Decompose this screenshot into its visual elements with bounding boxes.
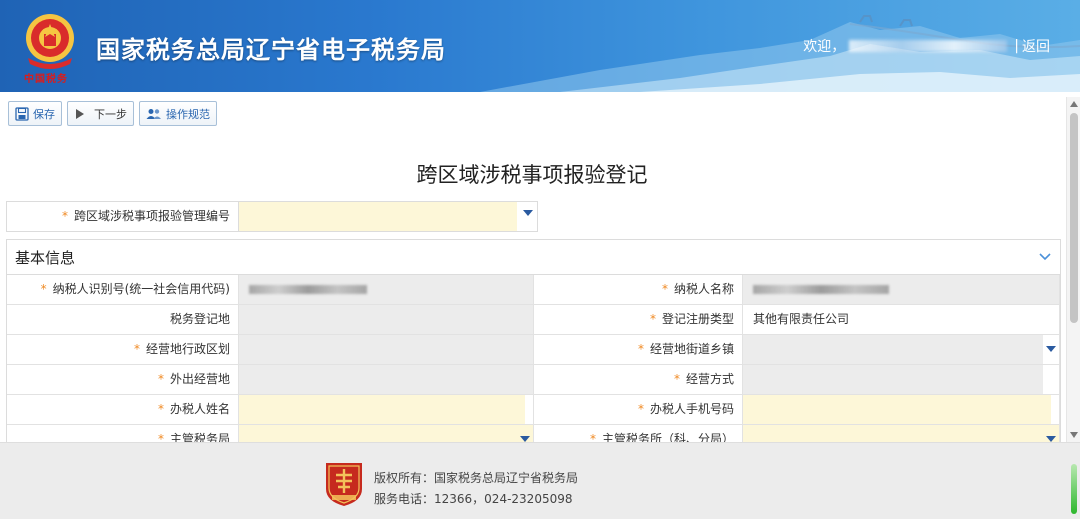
competent-tax-office-select[interactable] <box>742 425 1060 442</box>
business-division-value <box>238 335 534 364</box>
mgmt-number-label: * 跨区域涉税事项报验管理编号 <box>7 202 239 231</box>
registration-type-label: * 登记注册类型 <box>534 305 742 334</box>
basic-info-section: 基本信息 * 纳税人识别号(统一社会信用代码) * 纳税人名称 税务登记地 * 登记注… <box>6 239 1061 442</box>
copyright-text: 版权所有：国家税务总局辽宁省税务局 <box>374 471 579 485</box>
taxpayer-name-value <box>742 275 1060 304</box>
emblem-caption: 中国税务 <box>24 74 68 85</box>
taxpayer-id-redacted <box>249 285 367 294</box>
tax-handler-name-label: * 办税人姓名 <box>7 395 238 424</box>
save-button-label: 保存 <box>33 107 55 121</box>
form-row: * 外出经营地 * 经营方式 <box>7 365 1060 395</box>
back-link[interactable]: 返回 <box>1022 36 1050 56</box>
taxpayer-id-label: * 纳税人识别号(统一社会信用代码) <box>7 275 238 304</box>
form-row: * 纳税人识别号(统一社会信用代码) * 纳税人名称 <box>7 275 1060 305</box>
service-hotline-text: 服务电话：12366，024-23205098 <box>374 492 573 506</box>
side-widget-handle[interactable] <box>1071 464 1077 514</box>
site-header: 中国税务 国家税务总局辽宁省电子税务局 欢迎， | 返回 <box>0 0 1080 92</box>
tax-handler-phone-input[interactable] <box>742 395 1060 424</box>
form-row: 税务登记地 * 登记注册类型 其他有限责任公司 <box>7 305 1060 335</box>
next-step-label: 下一步 <box>94 107 127 121</box>
site-title: 国家税务总局辽宁省电子税务局 <box>96 36 446 64</box>
welcome-text: 欢迎， <box>803 39 846 55</box>
tax-handler-phone-label: * 办税人手机号码 <box>534 395 742 424</box>
competent-tax-bureau-label: * 主管税务局 <box>7 425 238 442</box>
scroll-down-arrow-icon[interactable] <box>1070 432 1078 438</box>
competent-tax-bureau-select[interactable] <box>238 425 534 442</box>
registration-type-value: 其他有限责任公司 <box>742 305 1060 334</box>
users-icon <box>146 108 161 119</box>
main-content: 跨区域涉税事项报验登记 * 跨区域涉税事项报验管理编号 基本信息 * 纳税人识别号(… <box>0 97 1064 442</box>
business-street-select[interactable] <box>742 335 1060 364</box>
form-row: * 办税人姓名 * 办税人手机号码 <box>7 395 1060 425</box>
operation-guide-label: 操作规范 <box>166 107 210 121</box>
operation-guide-button[interactable]: 操作规范 <box>139 101 217 126</box>
mgmt-number-select[interactable] <box>239 202 537 231</box>
form-row: * 经营地行政区划 * 经营地街道乡镇 <box>7 335 1060 365</box>
vertical-scrollbar[interactable] <box>1066 97 1080 442</box>
taxpayer-id-value <box>238 275 534 304</box>
section-header[interactable]: 基本信息 <box>7 240 1060 275</box>
business-street-label: * 经营地街道乡镇 <box>534 335 742 364</box>
tax-emblem-icon <box>26 14 74 69</box>
form-row: * 主管税务局 * 主管税务所（科、分局） <box>7 425 1060 442</box>
business-mode-label: * 经营方式 <box>534 365 742 394</box>
dropdown-arrow-icon[interactable] <box>523 210 533 217</box>
save-icon <box>15 106 29 121</box>
taxpayer-name-label: * 纳税人名称 <box>534 275 742 304</box>
outbound-place-label: * 外出经营地 <box>7 365 238 394</box>
page-title: 跨区域涉税事项报验登记 <box>416 163 648 187</box>
scroll-up-arrow-icon[interactable] <box>1070 101 1078 107</box>
toolbar: 保存 下一步 操作规范 <box>8 101 217 127</box>
next-step-button[interactable]: 下一步 <box>67 101 134 126</box>
tax-registration-place-label: 税务登记地 <box>7 305 238 334</box>
tax-registration-place-value <box>238 305 534 334</box>
scrollbar-thumb[interactable] <box>1070 113 1078 323</box>
user-name-redacted <box>849 40 1008 52</box>
footer-text: 版权所有：国家税务总局辽宁省税务局 服务电话：12366，024-2320509… <box>374 468 578 510</box>
header-separator: | <box>1014 38 1019 54</box>
mgmt-number-row: * 跨区域涉税事项报验管理编号 <box>6 201 538 232</box>
business-mode-select[interactable] <box>742 365 1060 394</box>
site-footer: 版权所有：国家税务总局辽宁省税务局 服务电话：12366，024-2320509… <box>0 442 1080 519</box>
tax-shield-logo-icon <box>326 463 362 506</box>
tax-handler-name-input[interactable] <box>238 395 534 424</box>
outbound-place-value <box>238 365 534 394</box>
business-division-label: * 经营地行政区划 <box>7 335 238 364</box>
save-button[interactable]: 保存 <box>8 101 62 126</box>
dropdown-arrow-icon[interactable] <box>1046 346 1056 353</box>
play-icon <box>76 108 84 119</box>
taxpayer-name-redacted <box>753 285 889 294</box>
competent-tax-office-label: * 主管税务所（科、分局） <box>534 425 742 442</box>
user-area: 欢迎， | 返回 <box>803 36 1050 56</box>
required-asterisk: * <box>61 209 68 223</box>
chevron-down-icon[interactable] <box>1038 250 1052 264</box>
section-title: 基本信息 <box>15 248 76 267</box>
